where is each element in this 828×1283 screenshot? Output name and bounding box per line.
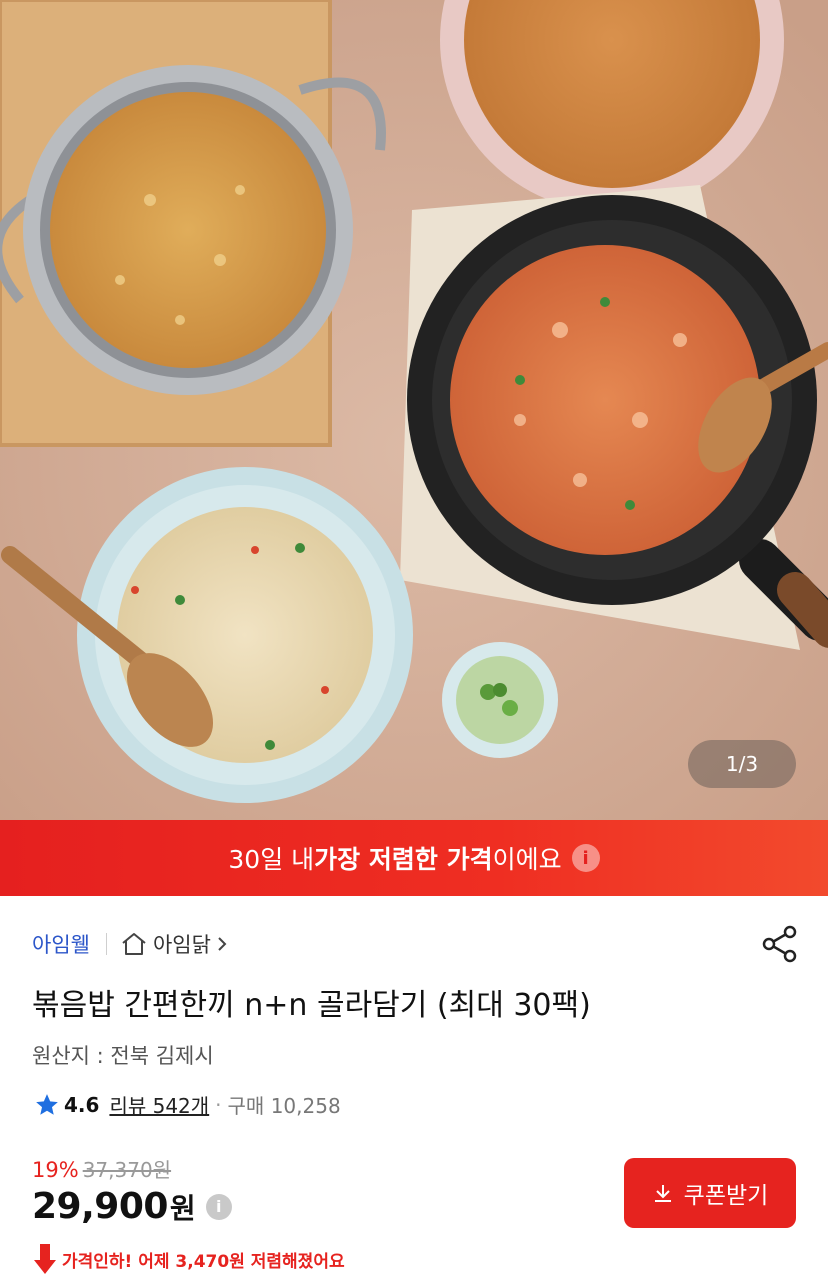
download-icon — [654, 1185, 671, 1202]
star-icon — [36, 1093, 58, 1115]
bullet-separator: · — [215, 1092, 222, 1117]
original-price: 37,370원 — [82, 1158, 172, 1182]
coupon-label: 쿠폰받기 — [683, 1182, 769, 1208]
banner-suffix: 이에요 — [492, 845, 562, 874]
price-info-icon[interactable]: i — [205, 1193, 232, 1220]
discount-row: 19% 37,370원 — [32, 1154, 171, 1183]
price-drop-text: 가격인하! 어제 3,470원 저렴해졌어요 — [62, 1251, 345, 1272]
product-image[interactable]: 1/3 — [0, 0, 828, 820]
rating-score: 4.6 — [64, 1092, 100, 1117]
coupon-button[interactable]: 쿠폰받기 — [624, 1158, 796, 1228]
purchase-count: 구매 10,258 — [227, 1094, 341, 1118]
price-row: 29,900 원 i — [32, 1186, 232, 1227]
price-drop-notice: 가격인하! 어제 3,470원 저렴해졌어요 — [32, 1242, 345, 1276]
image-pager: 1/3 — [688, 740, 796, 788]
share-icon[interactable] — [760, 924, 800, 964]
home-icon — [122, 933, 146, 955]
banner-prefix: 30일 내 — [228, 845, 315, 874]
rating-row: 4.6 리뷰 542개 · 구매 10,258 — [34, 1090, 341, 1119]
sale-price: 29,900 — [32, 1186, 168, 1227]
chevron-right-icon — [218, 937, 227, 951]
origin-text: 원산지 : 전북 김제시 — [32, 1044, 214, 1068]
lowest-price-banner[interactable]: 30일 내 가장 저렴한 가격 이에요 i — [0, 820, 828, 896]
price-unit: 원 — [169, 1191, 196, 1225]
store-link[interactable]: 아임닭 — [121, 929, 235, 959]
review-link[interactable]: 리뷰 542개 — [109, 1090, 209, 1119]
info-icon[interactable]: i — [571, 844, 600, 872]
arrow-down-icon — [34, 1244, 56, 1274]
brand-row: 아임웰 아임닭 — [32, 926, 235, 962]
fried-rice-photo — [0, 0, 828, 820]
brand-link[interactable]: 아임웰 — [32, 929, 90, 959]
product-title: 볶음밥 간편한끼 n+n 골라담기 (최대 30팩) — [32, 988, 591, 1023]
discount-rate: 19% — [32, 1158, 79, 1182]
divider — [105, 933, 107, 955]
banner-highlight: 가장 저렴한 가격 — [314, 845, 493, 874]
store-name: 아임닭 — [152, 933, 211, 957]
